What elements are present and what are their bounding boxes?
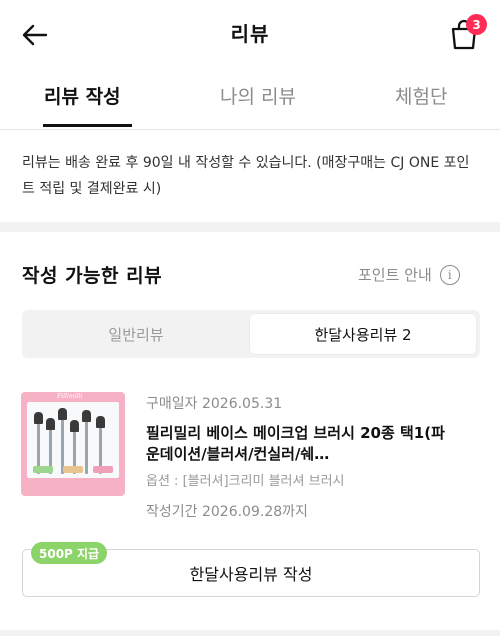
point-guide-link[interactable]: 포인트 안내 i bbox=[358, 264, 460, 285]
segment-monthly-review[interactable]: 한달사용리뷰 2 bbox=[250, 314, 476, 354]
point-reward-badge: 500P 지급 bbox=[31, 542, 108, 564]
thumbnail-brush-set bbox=[27, 402, 119, 478]
active-tab-indicator bbox=[43, 124, 132, 127]
purchase-date: 구매일자 2026.05.31 bbox=[146, 396, 283, 412]
cart-count-badge: 3 bbox=[466, 14, 487, 35]
app-header: 리뷰 3 bbox=[0, 0, 500, 68]
review-notice: 리뷰는 배송 완료 후 90일 내 작성할 수 있습니다. (매장구매는 CJ … bbox=[22, 155, 470, 197]
review-type-segment: 일반리뷰 한달사용리뷰 2 bbox=[22, 310, 480, 358]
color-swatch bbox=[63, 466, 83, 473]
page-title: 리뷰 bbox=[230, 22, 270, 46]
tab-my-reviews[interactable]: 나의 리뷰 bbox=[220, 82, 296, 109]
point-guide-label: 포인트 안내 bbox=[358, 266, 432, 284]
section-title: 작성 가능한 리뷰 bbox=[22, 265, 163, 287]
segment-general-review[interactable]: 일반리뷰 bbox=[22, 310, 250, 358]
tab-experience-group[interactable]: 체험단 bbox=[395, 82, 447, 109]
color-swatch bbox=[93, 466, 113, 473]
section-divider bbox=[0, 222, 500, 232]
brush-graphic bbox=[82, 410, 91, 474]
thumbnail-brand-logo: Fillimilli bbox=[57, 393, 83, 400]
review-period: 작성기간 2026.09.28까지 bbox=[146, 504, 308, 520]
tab-bar: 리뷰 작성 나의 리뷰 체험단 bbox=[0, 68, 500, 130]
product-thumbnail[interactable]: Fillimilli bbox=[21, 392, 125, 496]
bottom-divider bbox=[0, 630, 500, 636]
product-option: 옵션 : [블러셔]크리미 블러셔 브러시 bbox=[146, 474, 345, 489]
product-name[interactable]: 필리밀리 베이스 메이크업 브러시 20종 택1(파운데이션/블러셔/컨실러/쉐… bbox=[146, 423, 446, 465]
tab-write-review[interactable]: 리뷰 작성 bbox=[44, 82, 121, 109]
color-swatch bbox=[33, 466, 53, 473]
info-circle-icon: i bbox=[439, 264, 460, 285]
